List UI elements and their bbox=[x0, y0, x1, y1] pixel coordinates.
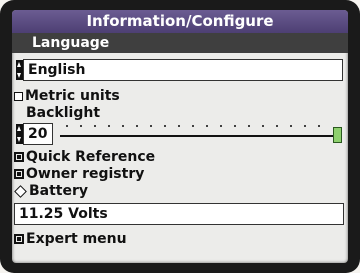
metric-units-checkbox[interactable] bbox=[14, 91, 23, 101]
slider-tick-marks bbox=[60, 125, 330, 127]
diamond-icon bbox=[14, 184, 27, 198]
backlight-slider[interactable] bbox=[60, 123, 342, 145]
expert-menu-label: Expert menu bbox=[26, 231, 127, 247]
window-title: Information/Configure bbox=[12, 10, 348, 33]
device-bezel: Information/Configure Language English M… bbox=[0, 0, 360, 273]
battery-voltage: 11.25 Volts bbox=[14, 203, 344, 225]
owner-registry-label: Owner registry bbox=[26, 166, 145, 182]
submenu-icon bbox=[14, 169, 24, 179]
slider-thumb[interactable] bbox=[333, 127, 342, 143]
battery-reading-row: 11.25 Volts bbox=[12, 203, 348, 225]
submenu-icon bbox=[14, 234, 24, 244]
language-value[interactable]: English bbox=[23, 59, 343, 81]
battery-label: Battery bbox=[29, 183, 89, 199]
metric-units-option[interactable]: Metric units bbox=[12, 87, 348, 105]
up-down-arrows-icon[interactable] bbox=[16, 60, 23, 80]
device-screen: Information/Configure Language English M… bbox=[12, 10, 348, 263]
metric-units-label: Metric units bbox=[25, 88, 120, 104]
menu-item-owner-registry[interactable]: Owner registry bbox=[12, 166, 348, 183]
up-down-arrows-icon[interactable] bbox=[16, 124, 23, 144]
menu-item-quick-reference[interactable]: Quick Reference bbox=[12, 149, 348, 166]
slider-track bbox=[60, 135, 334, 137]
quick-reference-label: Quick Reference bbox=[26, 149, 156, 165]
backlight-control[interactable]: 20 bbox=[12, 123, 348, 145]
menu-item-expert[interactable]: Expert menu bbox=[12, 230, 348, 248]
backlight-value[interactable]: 20 bbox=[23, 123, 53, 145]
backlight-label: Backlight bbox=[26, 105, 101, 121]
submenu-icon bbox=[14, 152, 24, 162]
menu-item-battery[interactable]: Battery bbox=[12, 183, 348, 200]
language-selector[interactable]: English bbox=[12, 59, 348, 81]
language-header: Language bbox=[12, 33, 348, 53]
